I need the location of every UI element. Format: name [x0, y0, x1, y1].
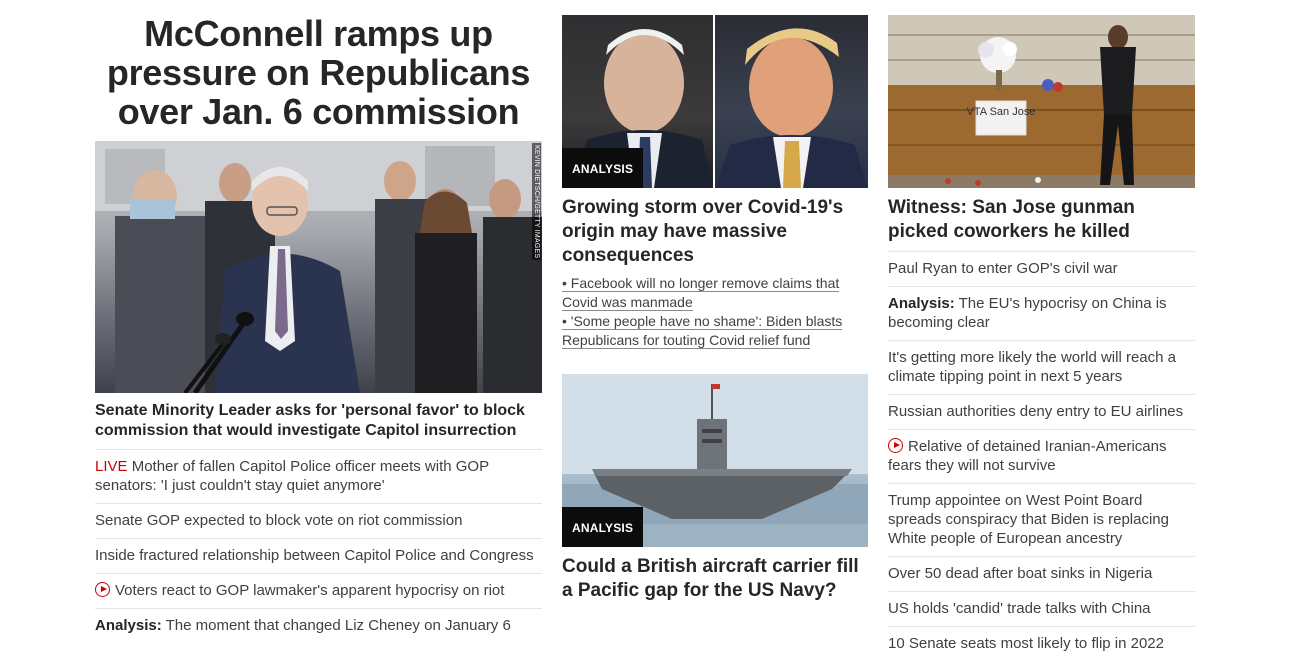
- photo-credit: KEVIN DIETSCH/GETTY IMAGES: [532, 143, 541, 261]
- story-title[interactable]: Witness: San Jose gunman picked coworker…: [888, 196, 1195, 244]
- trump-portrait: [715, 15, 868, 188]
- vigil-illustration: VTA San Jose: [888, 15, 1195, 188]
- list-item-text: Inside fractured relationship between Ca…: [95, 547, 534, 564]
- san-jose-vigil-photo[interactable]: VTA San Jose: [888, 15, 1195, 188]
- live-label: LIVE: [95, 458, 128, 475]
- play-icon: [888, 438, 903, 453]
- list-item-text: The moment that changed Liz Cheney on Ja…: [165, 617, 511, 634]
- list-item[interactable]: Russian authorities deny entry to EU air…: [888, 395, 1195, 430]
- aircraft-carrier-photo[interactable]: ANALYSIS: [562, 374, 868, 547]
- lead-headline[interactable]: McConnell ramps up pressure on Republica…: [95, 14, 542, 131]
- list-item[interactable]: Relative of detained Iranian-Americans f…: [888, 430, 1195, 484]
- vigil-sign-text: VTA San Jose: [967, 106, 1036, 118]
- list-item[interactable]: Voters react to GOP lawmaker's apparent …: [95, 574, 542, 609]
- analysis-badge: ANALYSIS: [562, 148, 644, 188]
- list-item[interactable]: Trump appointee on West Point Board spre…: [888, 484, 1195, 557]
- biden-trump-photo[interactable]: ANALYSIS: [562, 15, 868, 188]
- list-item[interactable]: Over 50 dead after boat sinks in Nigeria: [888, 557, 1195, 592]
- list-item-text: Senate GOP expected to block vote on rio…: [95, 512, 463, 529]
- related-link[interactable]: • Facebook will no longer remove claims …: [562, 274, 868, 312]
- lead-related-links: LIVE Mother of fallen Capitol Police off…: [95, 450, 542, 643]
- list-item[interactable]: LIVE Mother of fallen Capitol Police off…: [95, 450, 542, 504]
- mcconnell-press-illustration: [95, 141, 542, 393]
- list-item[interactable]: 10 Senate seats most likely to flip in 2…: [888, 627, 1195, 661]
- middle-column: ANALYSIS Growing storm over Covid-19's o…: [562, 0, 868, 603]
- analysis-label: Analysis:: [95, 617, 162, 634]
- list-item[interactable]: Senate GOP expected to block vote on rio…: [95, 504, 542, 539]
- list-item[interactable]: Analysis: The EU's hypocrisy on China is…: [888, 287, 1195, 341]
- list-item[interactable]: Paul Ryan to enter GOP's civil war: [888, 252, 1195, 287]
- analysis-label: Analysis:: [888, 295, 955, 312]
- right-column: VTA San Jose Witness: San Jose gunman pi…: [888, 0, 1195, 661]
- related-link[interactable]: • 'Some people have no shame': Biden bla…: [562, 312, 868, 350]
- analysis-badge: ANALYSIS: [562, 507, 644, 547]
- list-item-text: Voters react to GOP lawmaker's apparent …: [115, 582, 505, 599]
- trump-illustration: [715, 28, 867, 188]
- play-icon: [95, 582, 110, 597]
- list-item[interactable]: Analysis: The moment that changed Liz Ch…: [95, 609, 542, 643]
- lead-story-title[interactable]: Senate Minority Leader asks for 'persona…: [95, 401, 542, 450]
- lead-column: McConnell ramps up pressure on Republica…: [95, 0, 542, 643]
- related-links: • Facebook will no longer remove claims …: [562, 274, 868, 350]
- story-title[interactable]: Growing storm over Covid-19's origin may…: [562, 196, 868, 268]
- lead-photo[interactable]: KEVIN DIETSCH/GETTY IMAGES: [95, 141, 542, 393]
- story-title[interactable]: Could a British aircraft carrier fill a …: [562, 555, 868, 603]
- list-item[interactable]: US holds 'candid' trade talks with China: [888, 592, 1195, 627]
- headline-list: Paul Ryan to enter GOP's civil war Analy…: [888, 251, 1195, 661]
- list-item-text: Mother of fallen Capitol Police officer …: [95, 458, 489, 494]
- list-item[interactable]: Inside fractured relationship between Ca…: [95, 539, 542, 574]
- list-item[interactable]: It's getting more likely the world will …: [888, 341, 1195, 395]
